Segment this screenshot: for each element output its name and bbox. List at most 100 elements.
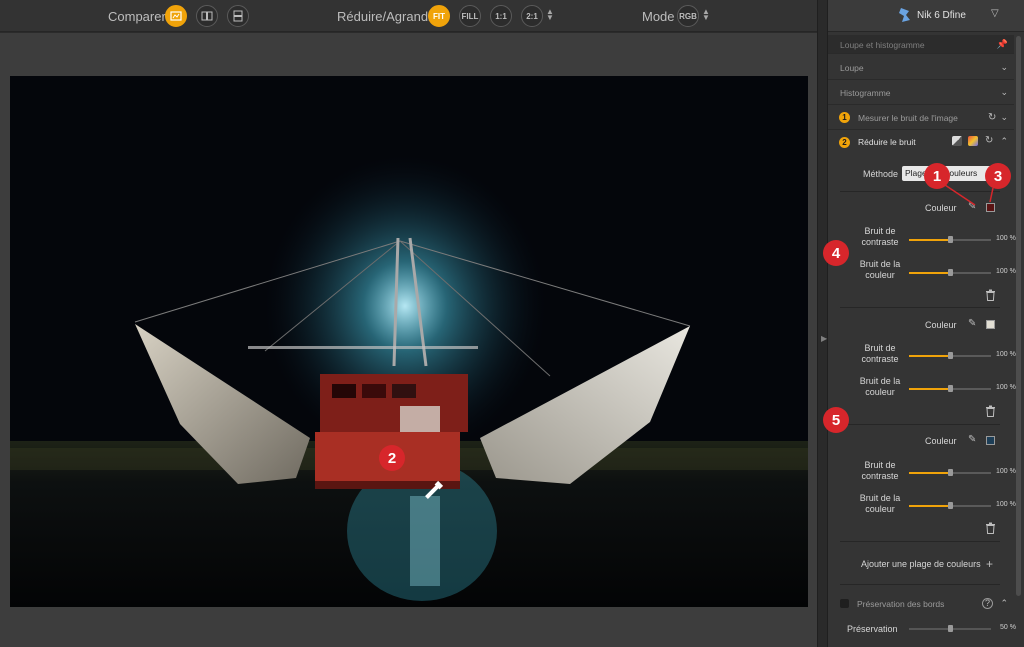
loupe-chevron-icon[interactable]: ⌄ — [1000, 62, 1008, 73]
mode-stepper-icon[interactable]: ▲ ▼ — [702, 8, 710, 22]
annotation-badge-4: 4 — [823, 240, 849, 266]
compare-split-button[interactable] — [165, 5, 187, 27]
loupe-histogram-label: Loupe et histogramme — [840, 40, 925, 50]
nik-logo-icon — [899, 8, 910, 22]
delete-range-1-icon[interactable] — [985, 289, 996, 301]
color-label-3: Couleur — [925, 436, 957, 446]
edge-chevron-up-icon[interactable]: ⌃ — [1000, 598, 1008, 609]
contrast-noise-value-2: 100 % — [996, 351, 1016, 358]
annotation-badge-1: 1 — [924, 163, 950, 189]
side-by-side-icon — [201, 11, 213, 21]
separator — [840, 307, 1000, 308]
eyedropper-icon-1[interactable]: ✎ — [968, 201, 976, 212]
reduce-reset-icon[interactable]: ↻ — [985, 135, 993, 146]
preview-canvas — [0, 33, 817, 647]
annotation-badge-5: 5 — [823, 407, 849, 433]
compare-stacked-button[interactable] — [227, 5, 249, 27]
panel-header: Nik 6 Dfine ▽ — [828, 0, 1024, 32]
contrast-noise-label-1: Bruit de contraste — [861, 226, 899, 247]
reduce-chevron-up-icon[interactable]: ⌃ — [1000, 136, 1008, 147]
contrast-noise-value-1: 100 % — [996, 235, 1016, 242]
add-color-range-label[interactable]: Ajouter une plage de couleurs — [861, 559, 981, 569]
color-swatch-2[interactable] — [986, 320, 995, 329]
separator — [840, 584, 1000, 585]
settings-panel: Nik 6 Dfine ▽ Loupe et histogramme 📌 Lou… — [828, 0, 1024, 647]
color-swatch-3[interactable] — [986, 436, 995, 445]
color-noise-value-3: 100 % — [996, 501, 1016, 508]
panel-divider[interactable]: ▶ — [817, 0, 828, 647]
help-icon[interactable]: ? — [982, 598, 993, 609]
color-noise-label-2: Bruit de la couleur — [859, 376, 901, 397]
histogram-row[interactable]: Histogramme ⌄ — [828, 80, 1014, 105]
contrast-noise-label-3: Bruit de contraste — [861, 460, 899, 481]
edge-preservation-checkbox[interactable] — [840, 599, 849, 608]
contrast-noise-slider-1[interactable] — [909, 236, 991, 243]
app-title: Nik 6 Dfine — [917, 10, 966, 21]
preservation-value: 50 % — [1000, 624, 1016, 631]
color-noise-slider-2[interactable] — [909, 385, 991, 392]
measure-chevron-icon[interactable]: ⌄ — [1000, 112, 1008, 123]
color-mode-icon[interactable] — [968, 136, 978, 146]
eyedropper-icon-2[interactable]: ✎ — [968, 318, 976, 329]
split-view-icon — [170, 11, 182, 21]
preservation-label: Préservation — [847, 624, 898, 634]
zoom-fit-button[interactable]: FIT — [428, 5, 450, 27]
top-toolbar: Comparer Réduire/Agrandir FIT FILL 1:1 2… — [0, 0, 817, 32]
loupe-row[interactable]: Loupe ⌄ — [828, 55, 1014, 80]
separator — [840, 541, 1000, 542]
separator — [840, 424, 1000, 425]
color-noise-slider-3[interactable] — [909, 502, 991, 509]
stacked-view-icon — [233, 10, 243, 22]
step-1-number: 1 — [839, 112, 850, 123]
annotation-badge-2: 2 — [379, 445, 405, 471]
delete-range-2-icon[interactable] — [985, 405, 996, 417]
mode-rgb-button[interactable]: RGB — [677, 5, 699, 27]
edge-preservation-row[interactable]: Préservation des bords ? ⌃ — [828, 593, 1014, 615]
color-noise-value-2: 100 % — [996, 384, 1016, 391]
reset-icon[interactable]: ↻ — [988, 112, 996, 123]
zoom-2-1-button[interactable]: 2:1 — [521, 5, 543, 27]
separator — [840, 191, 1000, 192]
app-menu-chevron-icon[interactable]: ▽ — [991, 8, 999, 19]
color-noise-value-1: 100 % — [996, 268, 1016, 275]
zoom-stepper-icon[interactable]: ▲ ▼ — [546, 8, 554, 22]
measure-noise-row[interactable]: 1 Mesurer le bruit de l'image ↻ ⌄ — [828, 105, 1014, 130]
zoom-fill-button[interactable]: FILL — [459, 5, 481, 27]
compare-label: Comparer — [108, 9, 166, 24]
eyedropper-icon-3[interactable]: ✎ — [968, 434, 976, 445]
contrast-mode-icon[interactable] — [952, 136, 962, 146]
fishing-boat-photo — [10, 76, 808, 607]
color-label-2: Couleur — [925, 320, 957, 330]
pin-icon[interactable]: 📌 — [997, 39, 1008, 50]
panel-scrollbar[interactable] — [1016, 36, 1021, 596]
measure-noise-label: Mesurer le bruit de l'image — [858, 113, 958, 123]
color-label-1: Couleur — [925, 203, 957, 213]
step-2-number: 2 — [839, 137, 850, 148]
color-noise-slider-1[interactable] — [909, 269, 991, 276]
histogram-chevron-icon[interactable]: ⌄ — [1000, 87, 1008, 98]
annotation-badge-3: 3 — [985, 163, 1011, 189]
color-swatch-1[interactable] — [986, 203, 995, 212]
color-noise-label-1: Bruit de la couleur — [859, 259, 901, 280]
reduce-noise-header[interactable]: 2 Réduire le bruit ↻ ⌃ — [828, 130, 1014, 154]
method-label: Méthode — [863, 169, 899, 179]
loupe-histogram-row[interactable]: Loupe et histogramme 📌 — [828, 35, 1014, 54]
contrast-noise-label-2: Bruit de contraste — [861, 343, 899, 364]
zoom-label: Réduire/Agrandir — [337, 9, 436, 24]
color-noise-label-3: Bruit de la couleur — [859, 493, 901, 514]
add-range-plus-icon[interactable]: + — [986, 557, 993, 571]
contrast-noise-value-3: 100 % — [996, 468, 1016, 475]
delete-range-3-icon[interactable] — [985, 522, 996, 534]
reduce-noise-label: Réduire le bruit — [858, 137, 916, 147]
mode-label: Mode — [642, 9, 675, 24]
contrast-noise-slider-3[interactable] — [909, 469, 991, 476]
loupe-label: Loupe — [840, 63, 864, 73]
zoom-1-1-button[interactable]: 1:1 — [490, 5, 512, 27]
preservation-slider[interactable] — [909, 625, 991, 632]
compare-side-by-side-button[interactable] — [196, 5, 218, 27]
edge-preservation-label: Préservation des bords — [857, 599, 945, 609]
preview-image[interactable] — [10, 76, 808, 607]
contrast-noise-slider-2[interactable] — [909, 352, 991, 359]
collapse-arrow-icon[interactable]: ▶ — [821, 334, 827, 343]
histogram-label: Histogramme — [840, 88, 891, 98]
